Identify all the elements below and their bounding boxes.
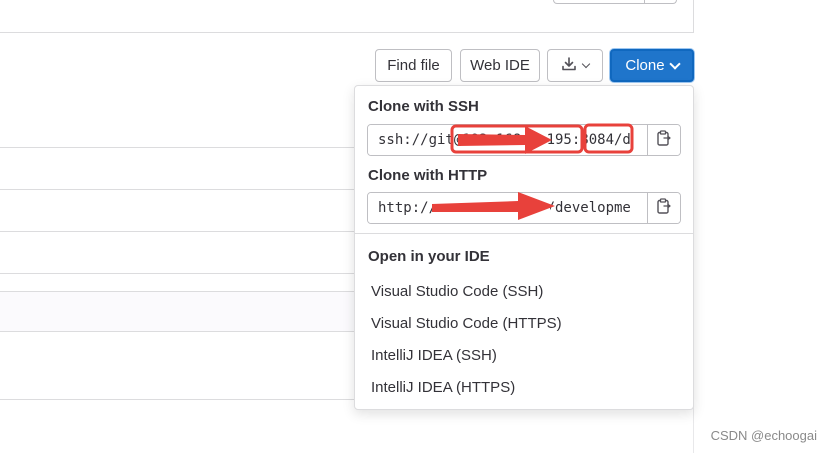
http-url-input[interactable]: [368, 193, 647, 223]
chevron-down-icon: [668, 57, 681, 70]
ide-option-vscode-https[interactable]: Visual Studio Code (HTTPS): [371, 315, 562, 332]
clipboard-icon: [657, 129, 671, 151]
dropdown-divider: [355, 233, 693, 234]
http-url-group: [367, 192, 681, 224]
watermark: CSDN @echoogai: [710, 428, 817, 443]
download-icon: [561, 56, 577, 76]
ide-option-intellij-https[interactable]: IntelliJ IDEA (HTTPS): [371, 379, 515, 396]
ide-option-vscode-ssh[interactable]: Visual Studio Code (SSH): [371, 283, 543, 300]
copy-ssh-url-button[interactable]: [647, 125, 680, 155]
ide-heading: Open in your IDE: [368, 248, 490, 265]
ssh-heading: Clone with SSH: [368, 98, 479, 115]
ssh-url-input[interactable]: [368, 125, 647, 155]
chevron-down-icon: [581, 59, 591, 68]
clipboard-icon: [657, 197, 671, 219]
http-heading: Clone with HTTP: [368, 167, 488, 184]
clone-dropdown: Clone with SSH Clone with HTTP: [354, 85, 694, 410]
ssh-url-group: [367, 124, 681, 156]
web-ide-button[interactable]: Web IDE: [460, 49, 540, 82]
clone-button-label: Clone: [625, 57, 665, 74]
download-button[interactable]: [547, 49, 603, 82]
copy-http-url-button[interactable]: [647, 193, 680, 223]
ide-option-intellij-ssh[interactable]: IntelliJ IDEA (SSH): [371, 347, 497, 364]
top-button-group[interactable]: [553, 0, 677, 4]
find-file-button[interactable]: Find file: [375, 49, 452, 82]
clone-button[interactable]: Clone: [610, 49, 694, 82]
top-panel: [0, 0, 694, 33]
